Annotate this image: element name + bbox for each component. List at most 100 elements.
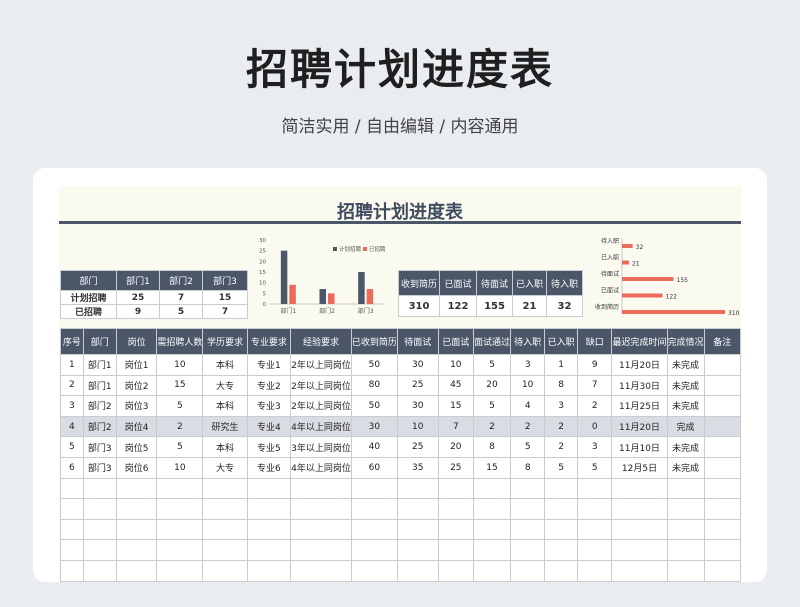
table-cell[interactable]: 5	[544, 456, 578, 479]
table-cell[interactable]	[703, 395, 741, 417]
empty-cell[interactable]	[82, 559, 117, 582]
table-cell[interactable]: 3年以上同岗位	[290, 436, 352, 458]
table-cell[interactable]: 5	[156, 395, 204, 417]
empty-cell[interactable]	[60, 518, 84, 541]
table-cell[interactable]: 4	[60, 415, 84, 438]
empty-cell[interactable]	[576, 559, 613, 582]
empty-cell[interactable]	[437, 539, 474, 561]
table-cell[interactable]: 11月20日	[611, 354, 668, 376]
table-cell[interactable]: 40	[350, 436, 398, 458]
empty-cell[interactable]	[60, 539, 84, 561]
table-cell[interactable]: 50	[350, 354, 398, 376]
table-cell[interactable]: 20	[472, 374, 511, 397]
empty-cell[interactable]	[576, 518, 613, 541]
table-cell[interactable]: 10	[437, 354, 474, 376]
empty-cell[interactable]	[396, 559, 439, 582]
table-cell[interactable]: 岗位5	[115, 436, 158, 458]
empty-cell[interactable]	[544, 498, 578, 520]
empty-cell[interactable]	[576, 477, 613, 500]
table-cell[interactable]: 未完成	[666, 456, 705, 479]
empty-cell[interactable]	[290, 559, 352, 582]
table-cell[interactable]: 2	[576, 395, 613, 417]
table-cell[interactable]: 6	[60, 456, 84, 479]
empty-cell[interactable]	[115, 477, 158, 500]
empty-cell[interactable]	[115, 559, 158, 582]
table-cell[interactable]: 未完成	[666, 395, 705, 417]
table-cell[interactable]: 50	[350, 395, 398, 417]
table-cell[interactable]: 45	[437, 374, 474, 397]
table-cell[interactable]: 研究生	[202, 415, 248, 438]
empty-cell[interactable]	[82, 498, 117, 520]
table-cell[interactable]: 专业1	[246, 354, 292, 376]
empty-cell[interactable]	[60, 559, 84, 582]
table-cell[interactable]: 4年以上同岗位	[290, 456, 352, 479]
table-cell[interactable]: 30	[350, 415, 398, 438]
table-cell[interactable]: 部门3	[82, 436, 117, 458]
empty-cell[interactable]	[703, 518, 741, 541]
stats-value[interactable]: 310	[398, 295, 440, 317]
table-cell[interactable]: 10	[396, 415, 439, 438]
table-cell[interactable]: 部门2	[82, 395, 117, 417]
table-cell[interactable]: 60	[350, 456, 398, 479]
empty-cell[interactable]	[544, 559, 578, 582]
empty-cell[interactable]	[350, 518, 398, 541]
empty-cell[interactable]	[115, 539, 158, 561]
empty-cell[interactable]	[666, 539, 705, 561]
empty-cell[interactable]	[82, 539, 117, 561]
empty-cell[interactable]	[156, 559, 204, 582]
empty-cell[interactable]	[396, 518, 439, 541]
empty-cell[interactable]	[576, 539, 613, 561]
table-cell[interactable]: 未完成	[666, 354, 705, 376]
table-cell[interactable]: 本科	[202, 395, 248, 417]
stats-value[interactable]: 155	[476, 295, 513, 317]
empty-cell[interactable]	[60, 477, 84, 500]
empty-cell[interactable]	[290, 477, 352, 500]
table-cell[interactable]: 部门3	[82, 456, 117, 479]
empty-cell[interactable]	[611, 559, 668, 582]
table-cell[interactable]: 3	[509, 354, 546, 376]
table-cell[interactable]: 2年以上同岗位	[290, 395, 352, 417]
stats-value[interactable]: 21	[512, 295, 547, 317]
table-cell[interactable]: 5	[156, 436, 204, 458]
table-cell[interactable]: 2年以上同岗位	[290, 354, 352, 376]
table-cell[interactable]: 3	[544, 395, 578, 417]
empty-cell[interactable]	[666, 559, 705, 582]
table-cell[interactable]: 7	[437, 415, 474, 438]
table-cell[interactable]: 5	[472, 395, 511, 417]
table-cell[interactable]: 专业5	[246, 436, 292, 458]
empty-cell[interactable]	[437, 559, 474, 582]
table-cell[interactable]: 本科	[202, 436, 248, 458]
table-cell[interactable]: 25	[437, 456, 474, 479]
table-cell[interactable]: 10	[509, 374, 546, 397]
table-cell[interactable]	[703, 436, 741, 458]
empty-cell[interactable]	[246, 539, 292, 561]
table-cell[interactable]: 大专	[202, 456, 248, 479]
empty-cell[interactable]	[156, 518, 204, 541]
table-cell[interactable]: 专业3	[246, 395, 292, 417]
table-cell[interactable]: 1	[60, 354, 84, 376]
table-cell[interactable]: 岗位4	[115, 415, 158, 438]
empty-cell[interactable]	[611, 539, 668, 561]
empty-cell[interactable]	[611, 498, 668, 520]
empty-cell[interactable]	[437, 518, 474, 541]
empty-cell[interactable]	[350, 539, 398, 561]
table-cell[interactable]	[703, 354, 741, 376]
summary-cell[interactable]: 7	[159, 290, 203, 305]
empty-cell[interactable]	[472, 518, 511, 541]
summary-cell[interactable]: 7	[202, 304, 248, 319]
empty-cell[interactable]	[703, 498, 741, 520]
table-cell[interactable]: 专业2	[246, 374, 292, 397]
table-cell[interactable]: 未完成	[666, 374, 705, 397]
table-cell[interactable]	[703, 415, 741, 438]
empty-cell[interactable]	[703, 477, 741, 500]
table-cell[interactable]: 完成	[666, 415, 705, 438]
table-cell[interactable]: 25	[396, 374, 439, 397]
empty-cell[interactable]	[703, 539, 741, 561]
empty-cell[interactable]	[115, 518, 158, 541]
empty-cell[interactable]	[156, 498, 204, 520]
empty-cell[interactable]	[60, 498, 84, 520]
empty-cell[interactable]	[509, 518, 546, 541]
empty-cell[interactable]	[666, 498, 705, 520]
table-cell[interactable]: 80	[350, 374, 398, 397]
empty-cell[interactable]	[611, 518, 668, 541]
